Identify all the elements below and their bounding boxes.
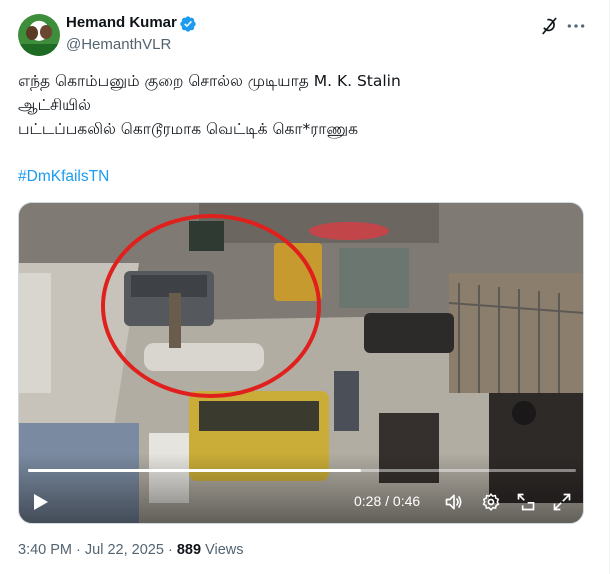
video-current-time: 0:28 [354, 493, 382, 509]
tweet-meta: 3:40 PM · Jul 22, 2025 · 889 Views [18, 542, 243, 558]
tweet-text-line-2: ஆட்சியில் [18, 96, 91, 114]
video-progress-fill [28, 469, 362, 472]
avatar-face-left [26, 26, 38, 40]
meta-dot-1: · [76, 542, 81, 558]
play-icon[interactable] [33, 493, 49, 511]
verified-badge-icon [180, 16, 196, 32]
video-progress-bar[interactable] [28, 469, 576, 472]
views-label: Views [205, 542, 244, 558]
tweet-time[interactable]: 3:40 PM [18, 542, 72, 558]
tweet-text-line-1: எந்த கொம்பனும் குறை சொல்ல முடியாத M. K. … [18, 72, 401, 90]
picture-in-picture-icon[interactable] [516, 492, 536, 512]
fullscreen-icon[interactable] [552, 492, 572, 512]
video-duration: 0:46 [392, 493, 421, 509]
video-time-separator: / [385, 493, 390, 509]
hashtag-link[interactable]: #DmKfailsTN [18, 168, 109, 186]
author-name[interactable]: Hemand Kumar [66, 14, 177, 31]
grok-icon[interactable] [539, 16, 559, 36]
more-dots-icon[interactable] [566, 18, 586, 34]
video-time-readout: 0:28 / 0:46 [354, 493, 420, 509]
tweet-date[interactable]: Jul 22, 2025 [85, 542, 164, 558]
video-controls-gradient [19, 453, 583, 523]
views-count: 889 [176, 542, 202, 558]
meta-dot-2: · [167, 542, 173, 558]
gear-icon[interactable] [481, 492, 501, 512]
avatar-leaf-decoration [18, 44, 60, 56]
video-player[interactable]: 0:28 / 0:46 [18, 202, 584, 524]
tweet-text-line-3: பட்டப்பகலில் கொடூரமாக வெட்டிக் கொ*ராணுக [18, 120, 359, 138]
author-handle[interactable]: @HemanthVLR [66, 36, 171, 53]
avatar-face-right [40, 25, 52, 39]
tweet-card[interactable]: Hemand Kumar @HemanthVLR எந்த கொம்பனும் … [0, 0, 610, 574]
avatar[interactable] [18, 14, 60, 56]
volume-icon[interactable] [444, 492, 464, 512]
